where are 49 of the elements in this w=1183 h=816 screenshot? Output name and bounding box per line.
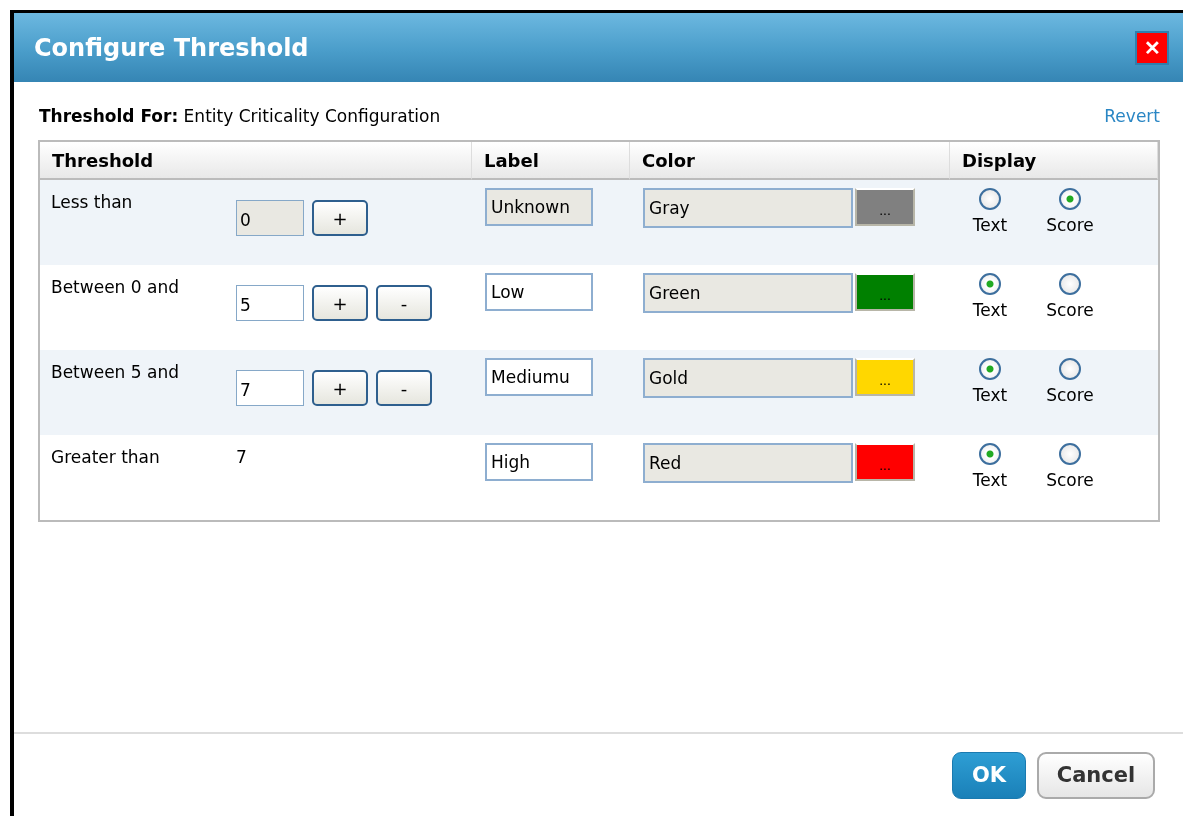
color-picker-button[interactable]: ...	[855, 358, 915, 396]
radio-label: Text	[972, 215, 1008, 235]
label-field[interactable]: High	[485, 443, 593, 481]
step-button[interactable]: +	[312, 285, 368, 321]
radio-label: Text	[972, 470, 1008, 490]
ok-button[interactable]: OK	[952, 751, 1026, 799]
value-field[interactable]: 5	[236, 285, 304, 321]
radio-button[interactable]	[1059, 358, 1081, 380]
condition-text: Less than	[51, 191, 134, 214]
condition-text: Between 0 and	[51, 276, 180, 299]
radio-button[interactable]	[1059, 273, 1081, 295]
condition-text: Greater than	[51, 446, 161, 469]
close-button[interactable]: ✕	[1135, 30, 1169, 65]
radio-label: Score	[1046, 470, 1094, 490]
radio-button[interactable]	[1059, 443, 1081, 465]
dialog-title: Configure Threshold	[34, 33, 309, 62]
color-picker-button[interactable]: ...	[855, 443, 915, 481]
condition-text: Between 5 and	[51, 361, 180, 384]
color-field[interactable]: Gray	[643, 188, 853, 228]
radio-button[interactable]	[979, 358, 1001, 380]
threshold-for-text: Threshold For: Entity Criticality Configuration	[39, 106, 441, 126]
radio-button[interactable]	[979, 273, 1001, 295]
column-header: Color	[630, 142, 950, 180]
radio-label: Text	[972, 385, 1008, 405]
radio-button[interactable]	[1059, 188, 1081, 210]
radio-button[interactable]	[979, 188, 1001, 210]
color-picker-button[interactable]: ...	[855, 188, 915, 226]
color-picker-button[interactable]: ...	[855, 273, 915, 311]
color-field[interactable]: Green	[643, 273, 853, 313]
radio-label: Score	[1046, 300, 1094, 320]
value-field[interactable]: 7	[236, 370, 304, 406]
step-button[interactable]: -	[376, 285, 432, 321]
step-button[interactable]: +	[312, 200, 368, 236]
radio-label: Score	[1046, 385, 1094, 405]
label-field[interactable]: Low	[485, 273, 593, 311]
color-field[interactable]: Gold	[643, 358, 853, 398]
column-header: Label	[472, 142, 630, 180]
label-field[interactable]: Mediumu	[485, 358, 593, 396]
step-button[interactable]: +	[312, 370, 368, 406]
cancel-button[interactable]: Cancel	[1037, 751, 1155, 799]
radio-button[interactable]	[979, 443, 1001, 465]
step-button[interactable]: -	[376, 370, 432, 406]
value-text: 7	[236, 446, 247, 469]
column-header: Display	[950, 142, 1158, 180]
radio-label: Score	[1046, 215, 1094, 235]
radio-label: Text	[972, 300, 1008, 320]
revert-link[interactable]: Revert	[1104, 106, 1160, 126]
color-field[interactable]: Red	[643, 443, 853, 483]
column-header: Threshold	[40, 142, 472, 180]
